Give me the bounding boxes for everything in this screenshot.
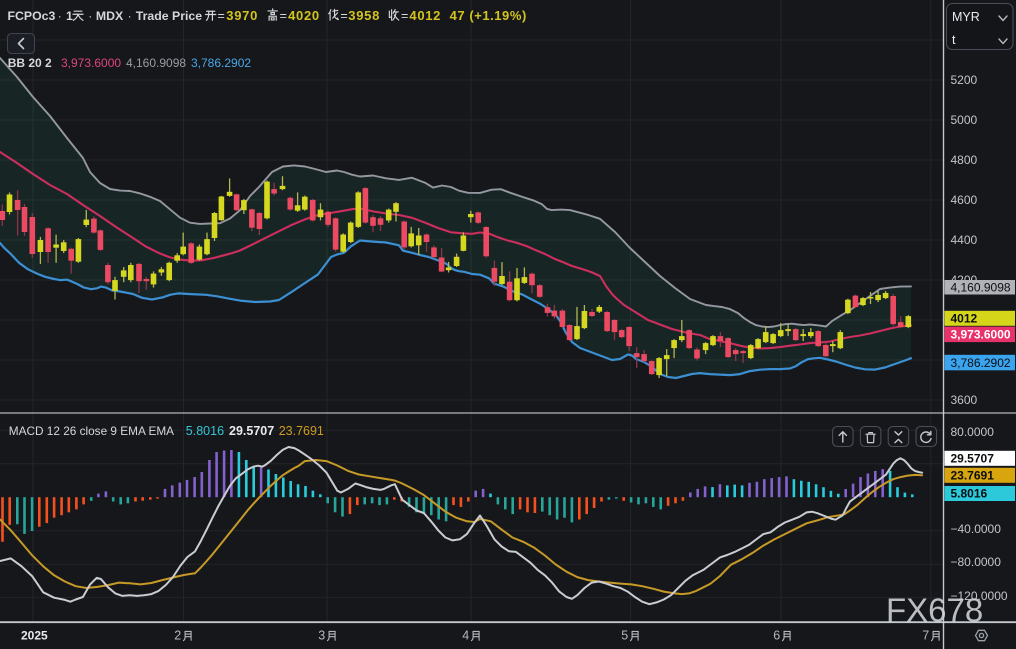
svg-text:4800: 4800 [951, 153, 978, 167]
svg-text:BB 20 2: BB 20 2 [8, 56, 52, 70]
svg-text:23.7691: 23.7691 [279, 424, 324, 438]
svg-text:4020: 4020 [288, 8, 320, 23]
svg-text:29.5707: 29.5707 [951, 452, 995, 466]
svg-text:5.8016: 5.8016 [186, 424, 224, 438]
svg-text:3,973.6000: 3,973.6000 [951, 328, 1011, 342]
svg-text:4012: 4012 [409, 8, 441, 23]
svg-text:=: = [218, 9, 225, 23]
svg-text:·: · [128, 9, 132, 23]
svg-text:7: 7 [922, 629, 929, 643]
svg-text:MDX: MDX [96, 9, 124, 23]
svg-text:4400: 4400 [951, 233, 978, 247]
svg-text:6: 6 [773, 629, 780, 643]
svg-text:MYR: MYR [952, 10, 980, 24]
svg-text:3,786.2902: 3,786.2902 [191, 56, 251, 70]
svg-text:·: · [88, 9, 92, 23]
svg-text:3,973.6000: 3,973.6000 [61, 56, 121, 70]
svg-text:5000: 5000 [951, 113, 978, 127]
svg-text:=: = [401, 9, 408, 23]
svg-text:1: 1 [66, 9, 73, 23]
svg-text:2025: 2025 [21, 629, 48, 643]
svg-text:4012: 4012 [951, 312, 978, 326]
svg-text:5.8016: 5.8016 [951, 487, 988, 501]
svg-text:Trade Price: Trade Price [136, 9, 202, 23]
svg-text:4,160.9098: 4,160.9098 [951, 280, 1011, 294]
svg-text:t: t [952, 33, 956, 47]
svg-text:−40.0000: −40.0000 [951, 522, 1002, 536]
svg-text:3970: 3970 [226, 8, 258, 23]
svg-text:·: · [58, 9, 62, 23]
svg-text:5: 5 [621, 629, 628, 643]
svg-text:47 (+1.19%): 47 (+1.19%) [450, 8, 527, 23]
svg-text:−80.0000: −80.0000 [951, 555, 1002, 569]
svg-text:5200: 5200 [951, 73, 978, 87]
svg-text:=: = [280, 9, 287, 23]
svg-text:3958: 3958 [348, 8, 380, 23]
svg-text:3: 3 [318, 629, 325, 643]
svg-text:29.5707: 29.5707 [229, 424, 274, 438]
svg-text:23.7691: 23.7691 [951, 469, 995, 483]
svg-text:FCPOc3: FCPOc3 [8, 9, 56, 23]
svg-text:4600: 4600 [951, 193, 978, 207]
svg-text:4: 4 [462, 629, 469, 643]
svg-text:80.0000: 80.0000 [951, 425, 995, 439]
svg-text:3600: 3600 [951, 393, 978, 407]
svg-text:4,160.9098: 4,160.9098 [126, 56, 186, 70]
svg-text:MACD 12 26 close 9 EMA EMA: MACD 12 26 close 9 EMA EMA [9, 424, 174, 438]
svg-text:=: = [340, 9, 347, 23]
svg-text:2: 2 [174, 629, 181, 643]
svg-text:FX678: FX678 [886, 592, 983, 629]
svg-text:3,786.2902: 3,786.2902 [951, 356, 1011, 370]
